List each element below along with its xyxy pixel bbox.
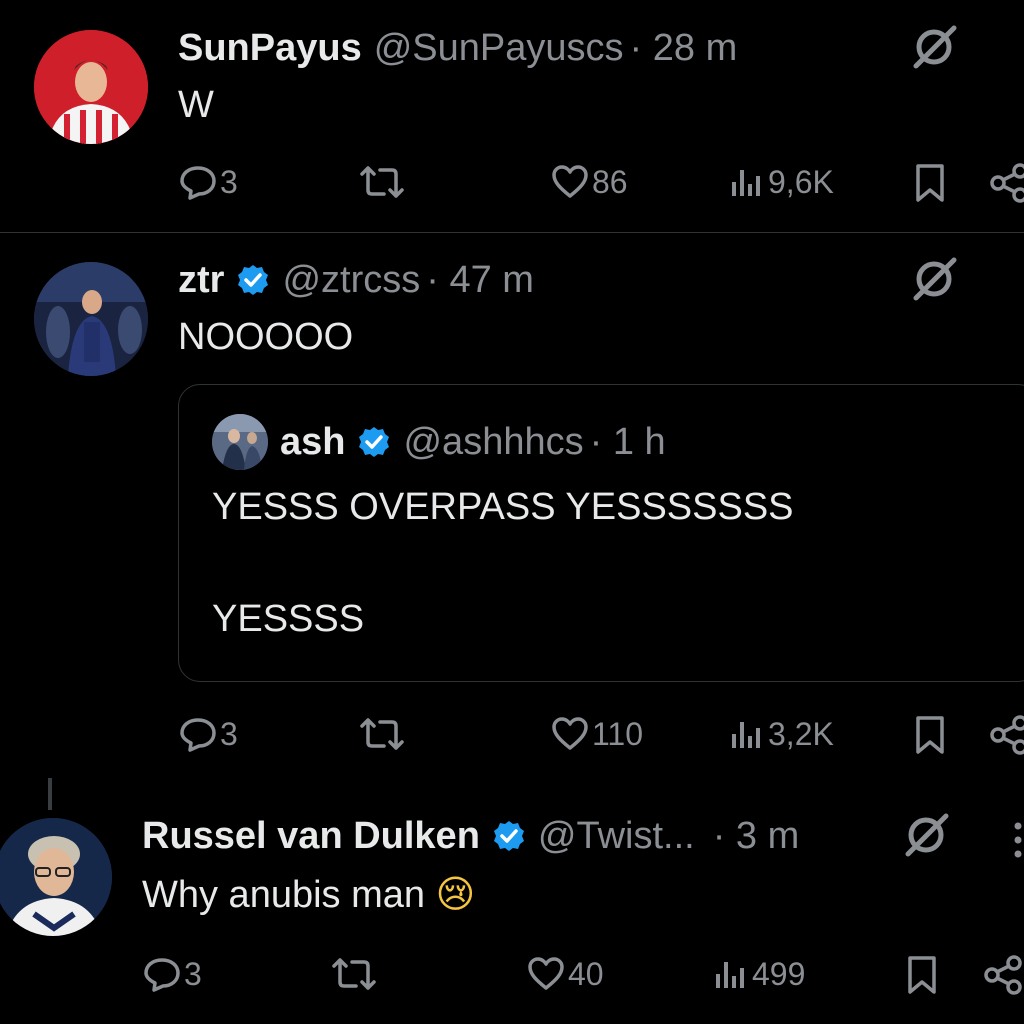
author-name[interactable]: SunPayus — [178, 27, 362, 70]
avatar-sunpayus[interactable] — [34, 30, 148, 144]
grok-icon[interactable] — [908, 24, 960, 75]
thread-line — [48, 778, 52, 810]
share-button[interactable] — [988, 162, 1024, 204]
quoted-text-line-1: YESSS OVERPASS YESSSSSSS — [212, 486, 794, 528]
share-icon — [984, 955, 1022, 995]
quoted-author-name[interactable]: ash — [280, 421, 345, 464]
tweet-text: Why anubis man 😢 — [142, 872, 475, 917]
bookmark-button[interactable] — [904, 954, 940, 996]
views-icon — [732, 170, 760, 196]
like-count: 40 — [568, 955, 604, 992]
bookmark-button[interactable] — [912, 162, 948, 204]
reply-icon — [180, 166, 216, 200]
verified-badge-icon — [493, 821, 524, 851]
bookmark-icon — [908, 956, 936, 994]
reply-button[interactable]: 3 — [178, 714, 238, 754]
avatar-ash[interactable] — [212, 414, 268, 470]
author-handle[interactable]: @Twist... — [538, 815, 695, 858]
views-count: 499 — [752, 955, 806, 992]
author-name[interactable]: Russel van Dulken — [142, 815, 480, 858]
repost-icon — [332, 958, 376, 990]
like-button[interactable]: 86 — [550, 162, 628, 202]
repost-button[interactable] — [358, 714, 406, 754]
reply-button[interactable]: 3 — [178, 162, 238, 202]
repost-button[interactable] — [330, 954, 378, 994]
quoted-timestamp[interactable]: · 1 h — [590, 421, 666, 464]
verified-badge-icon — [359, 427, 390, 457]
like-icon — [552, 165, 588, 198]
views-button[interactable]: 499 — [712, 954, 805, 994]
author-name[interactable]: ztr — [178, 259, 224, 302]
like-icon — [528, 957, 564, 990]
repost-icon — [360, 718, 404, 750]
author-handle[interactable]: @ztrcss — [282, 259, 420, 302]
bookmark-icon — [916, 716, 944, 754]
divider — [0, 232, 1024, 233]
share-icon — [990, 715, 1024, 755]
timestamp[interactable]: · 47 m — [426, 259, 534, 302]
crying-face-emoji: 😢 — [435, 872, 476, 916]
reply-icon — [180, 718, 216, 752]
grok-icon[interactable] — [900, 812, 952, 863]
views-count: 3,2K — [768, 715, 834, 752]
views-button[interactable]: 3,2K — [728, 714, 834, 754]
timestamp[interactable]: · 28 m — [630, 27, 738, 70]
repost-button[interactable] — [358, 162, 406, 202]
verified-badge-icon — [238, 265, 269, 295]
tweet-text-content: Why anubis man — [142, 874, 426, 916]
reply-count: 3 — [220, 163, 238, 200]
author-handle[interactable]: @SunPayuscs — [374, 27, 624, 70]
share-icon — [990, 163, 1024, 203]
bookmark-icon — [916, 164, 944, 202]
like-button[interactable]: 110 — [550, 714, 643, 754]
like-icon — [552, 717, 588, 750]
views-icon — [716, 962, 744, 988]
quoted-author-handle[interactable]: @ashhhcs — [403, 421, 583, 464]
quoted-text-line-2: YESSSS — [212, 598, 365, 640]
reply-button[interactable]: 3 — [142, 954, 202, 994]
timestamp[interactable]: · 3 m — [713, 815, 800, 858]
tweet-text: NOOOOO — [178, 316, 354, 358]
like-count: 110 — [592, 715, 644, 752]
tweet-text: W — [178, 84, 214, 126]
bookmark-button[interactable] — [912, 714, 948, 756]
reply-count: 3 — [220, 715, 238, 752]
avatar-russel[interactable] — [0, 818, 112, 936]
share-button[interactable] — [988, 714, 1024, 756]
views-button[interactable]: 9,6K — [728, 162, 834, 202]
reply-count: 3 — [184, 955, 202, 992]
share-button[interactable] — [982, 954, 1024, 996]
grok-icon[interactable] — [908, 256, 960, 307]
like-count: 86 — [592, 163, 628, 200]
more-icon[interactable] — [1014, 820, 1022, 860]
views-icon — [732, 722, 760, 748]
views-count: 9,6K — [768, 163, 834, 200]
like-button[interactable]: 40 — [526, 954, 604, 994]
repost-icon — [360, 166, 404, 198]
reply-icon — [144, 958, 180, 992]
avatar-ztr[interactable] — [34, 262, 148, 376]
